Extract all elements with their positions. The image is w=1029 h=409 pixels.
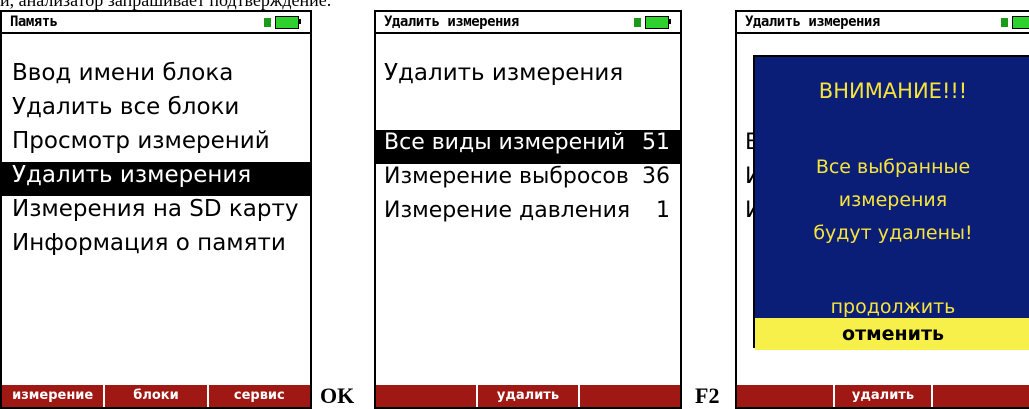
title-bar: Память (2, 12, 310, 34)
softkey-delete[interactable]: удалить (476, 385, 578, 407)
screen-title: Удалить измерения (384, 14, 519, 30)
softkey-right[interactable] (931, 385, 1029, 407)
list-item-emission-measurements[interactable]: Измерение выбросов 36 (376, 164, 680, 198)
screen-title: Память (10, 14, 58, 30)
dialog-message-line: измерения (838, 189, 948, 211)
dialog-title: ВНИМАНИЕ!!! (818, 79, 968, 103)
delete-measurements-screen: Удалить измерения Удалить измерения Все … (374, 10, 682, 409)
list-item-label: Все виды измерений (384, 130, 626, 155)
list-item-count: 1 (656, 198, 670, 223)
menu-item-delete-all-blocks[interactable]: Удалить все блоки (2, 94, 310, 128)
softkey-measurement[interactable]: измерение (2, 385, 103, 407)
menu-item-memory-info[interactable]: Информация о памяти (2, 230, 310, 264)
softkey-bar: удалить (737, 385, 1029, 407)
screen-heading: Удалить измерения (384, 60, 624, 86)
key-label-f2: F2 (695, 383, 720, 408)
softkey-bar: измерение блоки сервис (2, 385, 310, 407)
softkey-left[interactable] (376, 385, 476, 407)
menu-item-measurements-to-sd[interactable]: Измерения на SD карту (2, 196, 310, 230)
softkey-delete[interactable]: удалить (833, 385, 931, 407)
confirm-delete-screen: Удалить измерения В И И ВНИМАНИЕ!!! Все … (735, 10, 1029, 409)
menu-item-delete-measurements[interactable]: Удалить измерения (2, 162, 310, 196)
key-label-ok: OK (320, 383, 355, 408)
screen-title: Удалить измерения (745, 14, 880, 30)
battery-icon (634, 16, 671, 29)
cancel-option[interactable]: отменить (755, 318, 1029, 350)
memory-menu: Ввод имени блока Удалить все блоки Просм… (2, 60, 310, 264)
list-item-count: 36 (642, 164, 670, 189)
dialog-message-line: Все выбранные (815, 156, 971, 178)
dialog-message: Все выбранные измерения будут удалены! (755, 151, 1029, 250)
softkey-bar: удалить (376, 385, 680, 407)
dialog-message-line: будут удалены! (813, 222, 973, 244)
title-bar: Удалить измерения (737, 12, 1029, 34)
list-item-label: Измерение выбросов (384, 164, 629, 189)
softkey-left[interactable] (737, 385, 833, 407)
title-bar: Удалить измерения (376, 12, 680, 34)
warning-dialog: ВНИМАНИЕ!!! Все выбранные измерения буду… (753, 55, 1029, 350)
softkey-service[interactable]: сервис (206, 385, 310, 407)
list-item-pressure-measurements[interactable]: Измерение давления 1 (376, 198, 680, 232)
memory-screen: Память Ввод имени блока Удалить все блок… (0, 10, 312, 409)
measurement-type-list: Все виды измерений 51 Измерение выбросов… (376, 130, 680, 232)
softkey-blocks[interactable]: блоки (103, 385, 206, 407)
softkey-right[interactable] (578, 385, 680, 407)
menu-item-block-name[interactable]: Ввод имени блока (2, 60, 310, 94)
battery-icon (264, 16, 301, 29)
list-item-label: Измерение давления (384, 198, 631, 223)
menu-item-view-measurements[interactable]: Просмотр измерений (2, 128, 310, 162)
list-item-count: 51 (642, 130, 670, 155)
battery-icon (1001, 16, 1029, 29)
list-item-all-measurements[interactable]: Все виды измерений 51 (376, 130, 680, 164)
